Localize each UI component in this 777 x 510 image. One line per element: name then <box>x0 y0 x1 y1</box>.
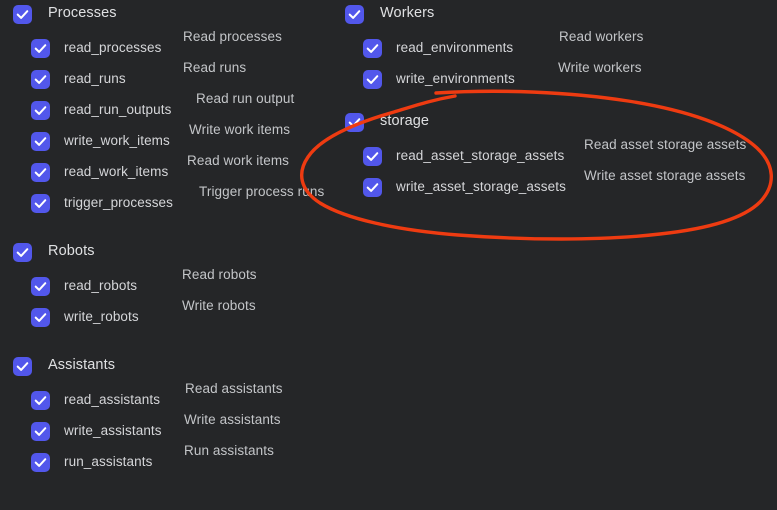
permissions-column-left: Processes read_processes Read processes … <box>0 0 340 478</box>
checkbox-checked-icon[interactable] <box>345 5 364 24</box>
permission-name: write_asset_storage_assets <box>396 179 566 194</box>
checkbox-checked-icon[interactable] <box>31 277 50 296</box>
permission-group-robots: Robots read_robots Read robots write_rob… <box>0 238 340 333</box>
permission-name: write_work_items <box>64 133 170 148</box>
permission-description: Read asset storage assets <box>584 137 747 152</box>
permission-group-assistants: Assistants read_assistants Read assistan… <box>0 352 340 478</box>
permission-name: read_robots <box>64 278 138 293</box>
checkbox-checked-icon[interactable] <box>31 194 50 213</box>
checkbox-checked-icon[interactable] <box>31 132 50 151</box>
permission-group-header-workers[interactable]: Workers <box>332 0 777 33</box>
checkbox-checked-icon[interactable] <box>363 178 382 197</box>
permission-group-label: Assistants <box>48 357 116 373</box>
permission-group-header-processes[interactable]: Processes <box>0 0 340 33</box>
permission-row[interactable]: write_assistants Write assistants <box>0 412 340 447</box>
permission-name: read_runs <box>64 71 126 86</box>
permission-row[interactable]: read_robots Read robots <box>0 267 340 302</box>
permission-row[interactable]: read_assistants Read assistants <box>0 381 340 416</box>
checkbox-checked-icon[interactable] <box>31 70 50 89</box>
permission-row[interactable]: run_assistants Run assistants <box>0 443 340 478</box>
checkbox-checked-icon[interactable] <box>31 308 50 327</box>
permission-group-header-assistants[interactable]: Assistants <box>0 352 340 385</box>
permission-group-workers: Workers read_environments Read workers w… <box>332 0 777 95</box>
permission-description: Trigger process runs <box>199 184 325 199</box>
permission-group-processes: Processes read_processes Read processes … <box>0 0 340 219</box>
permission-description: Read workers <box>559 29 644 44</box>
permission-row[interactable]: write_robots Write robots <box>0 298 340 333</box>
permission-description: Write assistants <box>184 412 281 427</box>
permission-row[interactable]: read_processes Read processes <box>0 29 340 64</box>
permission-name: read_asset_storage_assets <box>396 148 565 163</box>
checkbox-checked-icon[interactable] <box>31 422 50 441</box>
checkbox-checked-icon[interactable] <box>31 453 50 472</box>
checkbox-checked-icon[interactable] <box>13 243 32 262</box>
permission-name: read_work_items <box>64 164 169 179</box>
permission-description: Write work items <box>189 122 291 137</box>
permission-group-label: storage <box>380 113 430 129</box>
permission-description: Run assistants <box>184 443 274 458</box>
checkbox-checked-icon[interactable] <box>13 357 32 376</box>
checkbox-checked-icon[interactable] <box>363 70 382 89</box>
permission-row[interactable]: write_environments Write workers <box>332 60 777 95</box>
permission-description: Read run output <box>196 91 295 106</box>
permission-group-label: Processes <box>48 5 117 21</box>
checkbox-checked-icon[interactable] <box>31 163 50 182</box>
permission-row[interactable]: trigger_processes Trigger process runs <box>0 184 340 219</box>
permission-description: Write robots <box>182 298 256 313</box>
checkbox-checked-icon[interactable] <box>345 113 364 132</box>
permission-name: read_environments <box>396 40 514 55</box>
permission-name: write_assistants <box>64 423 162 438</box>
permission-description: Read robots <box>182 267 257 282</box>
permission-name: write_environments <box>396 71 515 86</box>
permission-description: Write asset storage assets <box>584 168 746 183</box>
permission-group-storage: storage read_asset_storage_assets Read a… <box>332 108 777 203</box>
checkbox-checked-icon[interactable] <box>31 391 50 410</box>
checkbox-checked-icon[interactable] <box>363 147 382 166</box>
permission-description: Read assistants <box>185 381 283 396</box>
permission-name: run_assistants <box>64 454 153 469</box>
permission-name: read_processes <box>64 40 162 55</box>
checkbox-checked-icon[interactable] <box>13 5 32 24</box>
permission-group-header-robots[interactable]: Robots <box>0 238 340 271</box>
permissions-column-right: Workers read_environments Read workers w… <box>332 0 777 203</box>
permission-group-label: Robots <box>48 243 95 259</box>
checkbox-checked-icon[interactable] <box>31 101 50 120</box>
permission-name: read_run_outputs <box>64 102 172 117</box>
permission-row[interactable]: write_asset_storage_assets Write asset s… <box>332 168 777 203</box>
permission-description: Write workers <box>558 60 642 75</box>
permission-name: trigger_processes <box>64 195 174 210</box>
permission-description: Read work items <box>187 153 290 168</box>
permissions-scope-panel: Processes read_processes Read processes … <box>0 0 777 510</box>
permission-description: Read processes <box>183 29 282 44</box>
checkbox-checked-icon[interactable] <box>31 39 50 58</box>
permission-group-label: Workers <box>380 5 435 21</box>
checkbox-checked-icon[interactable] <box>363 39 382 58</box>
permission-name: write_robots <box>64 309 139 324</box>
permission-row[interactable]: read_environments Read workers <box>332 29 777 64</box>
permission-name: read_assistants <box>64 392 161 407</box>
permission-description: Read runs <box>183 60 247 75</box>
